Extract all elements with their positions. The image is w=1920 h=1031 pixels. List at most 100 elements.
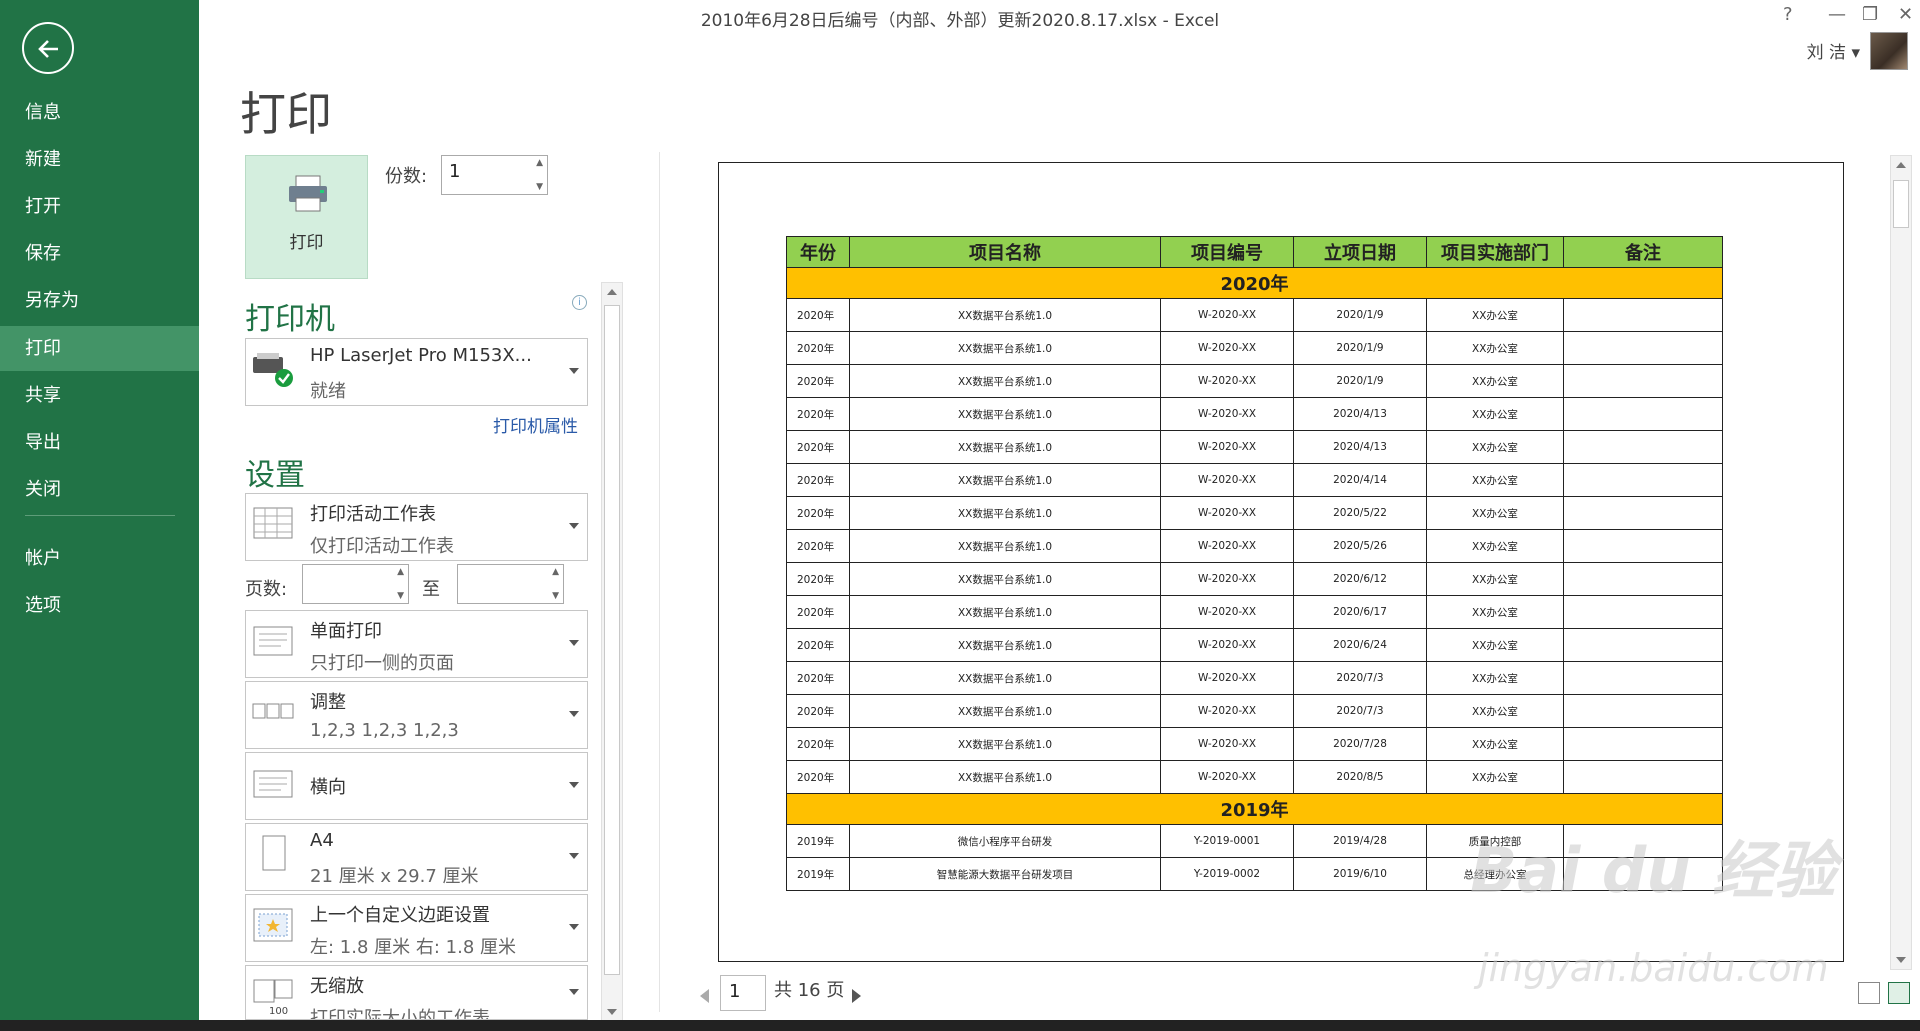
scaling-label: 无缩放 [310, 976, 364, 997]
nav-options[interactable]: 选项 [0, 583, 199, 628]
printer-properties-link[interactable]: 打印机属性 [493, 412, 578, 437]
page-number-input[interactable]: 1 [720, 975, 766, 1011]
table-cell [1563, 529, 1723, 563]
close-window-button[interactable]: ✕ [1898, 4, 1913, 25]
pages-label: 页数: [245, 579, 288, 600]
sheet-icon [253, 507, 293, 539]
table-cell: 2020/7/3 [1293, 694, 1427, 728]
margins-dropdown[interactable]: 上一个自定义边距设置 左: 1.8 厘米 右: 1.8 厘米 [245, 894, 588, 962]
backstage-nav: 信息 新建 打开 保存 另存为 打印 共享 导出 关闭 帐户 选项 [0, 0, 199, 1020]
print-what-dropdown[interactable]: 打印活动工作表 仅打印活动工作表 [245, 493, 588, 561]
table-cell: W-2020-XX [1160, 628, 1294, 662]
table-cell: XX数据平台系统1.0 [849, 463, 1161, 497]
scroll-up-icon[interactable] [607, 289, 617, 295]
nav-open[interactable]: 打开 [0, 184, 199, 229]
table-cell: XX数据平台系统1.0 [849, 760, 1161, 794]
table-row: 2020年 XX数据平台系统1.0 W-2020-XX 2020/4/13 XX办公室 [786, 397, 1723, 431]
table-cell: 2020/4/13 [1293, 397, 1427, 431]
scrollbar-thumb[interactable] [1893, 180, 1909, 228]
scroll-down-icon[interactable] [1896, 957, 1906, 963]
printer-dropdown[interactable]: HP LaserJet Pro M153X... 就绪 [245, 338, 588, 406]
copies-stepper[interactable]: 1 ▲ ▼ [441, 155, 548, 195]
margins-label: 上一个自定义边距设置 [310, 905, 490, 926]
collate-dropdown[interactable]: 调整 1,2,3 1,2,3 1,2,3 [245, 681, 588, 749]
decrement-icon[interactable]: ▼ [397, 591, 404, 601]
nav-save-as[interactable]: 另存为 [0, 278, 199, 323]
zoom-to-page-icon[interactable] [1888, 982, 1910, 1004]
orientation-dropdown[interactable]: 横向 [245, 752, 588, 820]
nav-export[interactable]: 导出 [0, 420, 199, 465]
settings-scrollbar[interactable] [601, 282, 623, 1022]
table-cell: 2020年 [786, 529, 850, 563]
decrement-icon[interactable]: ▼ [552, 591, 559, 601]
avatar[interactable] [1870, 32, 1908, 70]
watermark-logo: Bai du 经验 [1470, 834, 1837, 907]
table-cell: XX办公室 [1426, 430, 1564, 464]
table-cell [1563, 397, 1723, 431]
table-cell: 智慧能源大数据平台研发项目 [849, 857, 1161, 891]
table-cell: 2020年 [786, 562, 850, 596]
table-cell [1563, 331, 1723, 365]
column-header: 年份 [786, 236, 850, 268]
table-cell: XX数据平台系统1.0 [849, 298, 1161, 332]
table-cell: 2020年 [786, 463, 850, 497]
restore-button[interactable]: ❐ [1862, 4, 1878, 25]
scroll-down-icon[interactable] [607, 1009, 617, 1015]
sides-dropdown[interactable]: 单面打印 只打印一侧的页面 [245, 610, 588, 678]
table-cell [1563, 562, 1723, 596]
table-cell: W-2020-XX [1160, 430, 1294, 464]
chevron-down-icon [569, 711, 579, 717]
increment-icon[interactable]: ▲ [536, 158, 543, 168]
pages-to-label: 至 [422, 579, 440, 600]
taskbar [0, 1020, 1920, 1031]
table-cell: 2020年 [786, 694, 850, 728]
help-button[interactable]: ? [1783, 4, 1793, 25]
scroll-up-icon[interactable] [1896, 162, 1906, 168]
table-cell: XX办公室 [1426, 496, 1564, 530]
decrement-icon[interactable]: ▼ [536, 182, 543, 192]
info-icon[interactable]: i [572, 295, 587, 310]
column-header: 立项日期 [1293, 236, 1427, 268]
paper-size-label: A4 [310, 830, 334, 851]
show-margins-icon[interactable] [1858, 982, 1880, 1004]
table-cell [1563, 727, 1723, 761]
collate-desc: 1,2,3 1,2,3 1,2,3 [310, 720, 459, 741]
nav-share[interactable]: 共享 [0, 373, 199, 418]
print-what-label: 打印活动工作表 [310, 504, 436, 525]
table-row: 2020年 XX数据平台系统1.0 W-2020-XX 2020/7/28 XX办公室 [786, 727, 1723, 761]
nav-new[interactable]: 新建 [0, 137, 199, 182]
previous-page-icon[interactable] [700, 989, 709, 1003]
sides-label: 单面打印 [310, 621, 382, 642]
preview-scrollbar[interactable] [1890, 155, 1912, 970]
user-name[interactable]: 刘 洁 ▾ [1807, 38, 1860, 63]
table-row: 2020年 XX数据平台系统1.0 W-2020-XX 2020/7/3 XX办公室 [786, 661, 1723, 695]
next-page-icon[interactable] [852, 989, 861, 1003]
page-total: 共 16 页 [774, 980, 845, 1001]
pages-from-input[interactable]: ▲ ▼ [302, 564, 409, 604]
table-cell: XX数据平台系统1.0 [849, 364, 1161, 398]
scrollbar-thumb[interactable] [604, 305, 620, 975]
table-cell: 2020年 [786, 727, 850, 761]
copies-label: 份数: [385, 166, 428, 187]
nav-info[interactable]: 信息 [0, 90, 199, 135]
nav-print[interactable]: 打印 [0, 326, 199, 371]
nav-close[interactable]: 关闭 [0, 467, 199, 512]
minimize-button[interactable]: — [1828, 4, 1846, 25]
table-row: 2020年 XX数据平台系统1.0 W-2020-XX 2020/1/9 XX办公室 [786, 298, 1723, 332]
table-cell: XX办公室 [1426, 628, 1564, 662]
print-button[interactable]: 打印 [245, 155, 368, 279]
paper-icon [262, 835, 286, 871]
scaling-dropdown[interactable]: 100 无缩放 打印实际大小的工作表 [245, 965, 588, 1020]
increment-icon[interactable]: ▲ [552, 567, 559, 577]
table-cell: 2019/4/28 [1293, 824, 1427, 858]
pages-to-input[interactable]: ▲ ▼ [457, 564, 564, 604]
increment-icon[interactable]: ▲ [397, 567, 404, 577]
nav-save[interactable]: 保存 [0, 231, 199, 276]
table-cell: XX数据平台系统1.0 [849, 430, 1161, 464]
orientation-label: 横向 [310, 777, 346, 798]
nav-account[interactable]: 帐户 [0, 536, 199, 581]
table-cell: 2020年 [786, 298, 850, 332]
paper-size-dropdown[interactable]: A4 21 厘米 x 29.7 厘米 [245, 823, 588, 891]
table-cell: XX数据平台系统1.0 [849, 628, 1161, 662]
table-row: 2020年 XX数据平台系统1.0 W-2020-XX 2020/1/9 XX办公室 [786, 364, 1723, 398]
